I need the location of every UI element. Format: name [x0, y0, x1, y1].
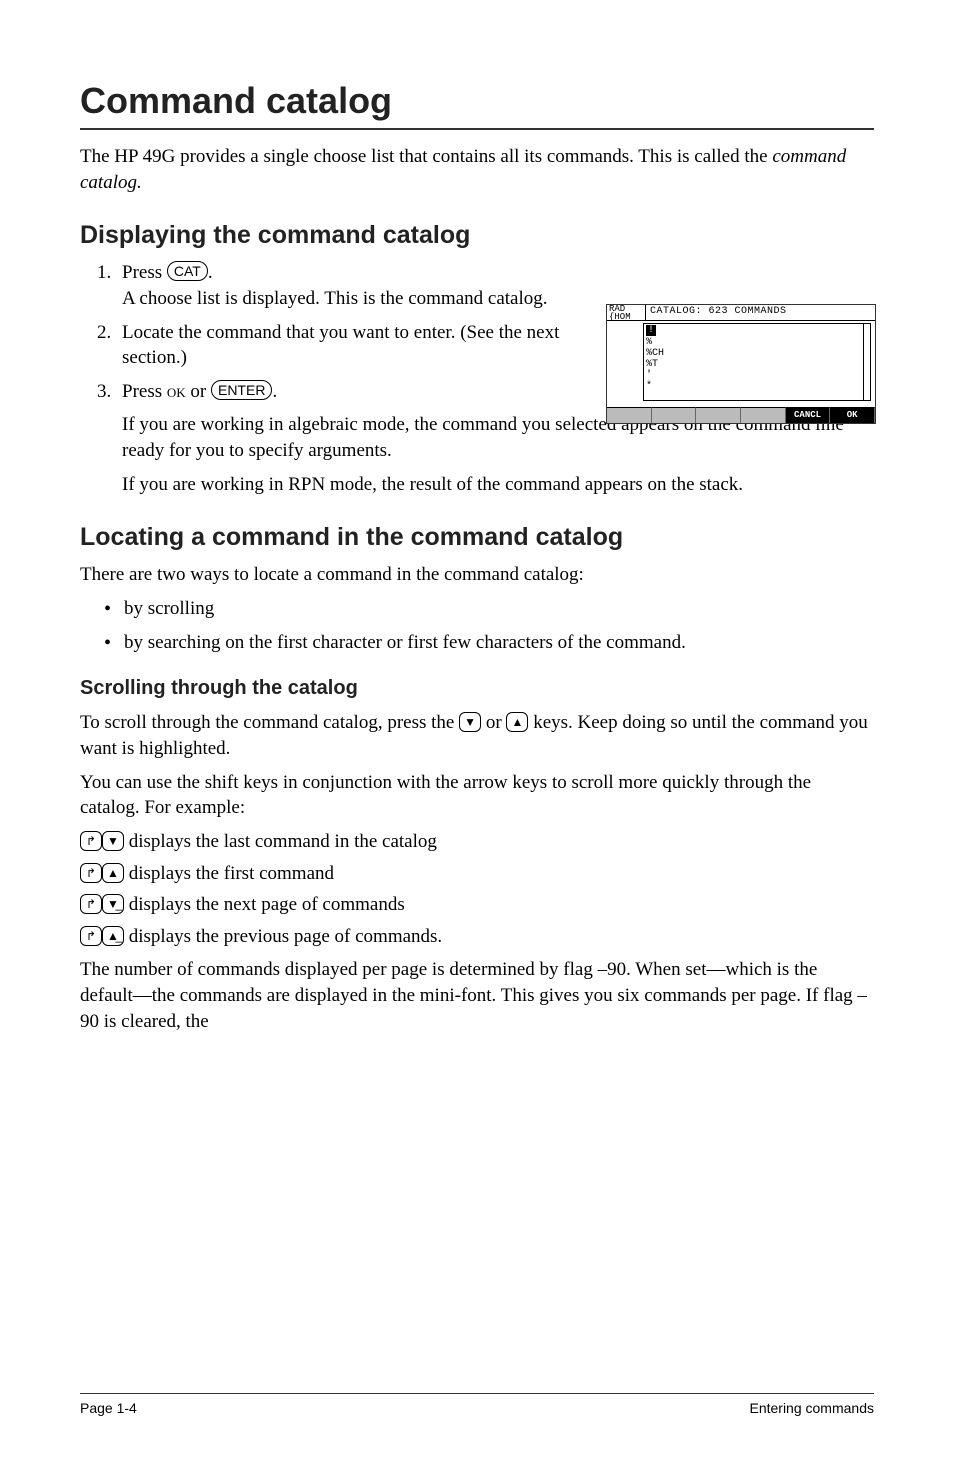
softkey-ok-text: ok — [167, 381, 186, 401]
key-up-icon: ▲ — [506, 712, 528, 732]
key-enter: ENTER — [211, 380, 272, 400]
page-title: Command catalog — [80, 80, 874, 130]
scr-softkeys: CANCL OK — [607, 407, 875, 423]
left-shift-icon: ↱ — [80, 926, 102, 946]
scrolling-p2: You can use the shift keys in conjunctio… — [80, 770, 874, 821]
footer-section: Entering commands — [749, 1400, 874, 1416]
left-shift-icon: ↱ — [80, 894, 102, 914]
list-item: %T — [646, 359, 658, 370]
shift-row-4: ↱▲̲ displays the previous page of comman… — [80, 924, 874, 950]
list-item: % — [646, 337, 652, 348]
shift-row-2: ↱▲ displays the first command — [80, 861, 874, 887]
footer-page: Page 1-4 — [80, 1400, 137, 1416]
key-page-down-icon: ▼̲ — [102, 894, 124, 914]
scr-status: RAD{HOM — [607, 305, 646, 321]
bullet-searching: by searching on the first character or f… — [104, 630, 874, 656]
section-displaying-heading: Displaying the command catalog — [80, 221, 874, 250]
softkey-cancl: CANCL — [786, 407, 831, 423]
step-3-body2: If you are working in RPN mode, the resu… — [122, 472, 874, 498]
right-shift-icon: ↱ — [80, 863, 102, 883]
locating-bullets: by scrolling by searching on the first c… — [80, 596, 874, 655]
shift-row-3: ↱▼̲ displays the next page of commands — [80, 892, 874, 918]
section-locating-heading: Locating a command in the command catalo… — [80, 523, 874, 552]
key-cat: CAT — [167, 261, 208, 281]
softkey — [741, 407, 786, 423]
softkey — [696, 407, 741, 423]
bullet-scrolling: by scrolling — [104, 596, 874, 622]
scr-title: CATALOG: 623 COMMANDS — [646, 305, 875, 321]
scrolling-p3: The number of commands displayed per pag… — [80, 957, 874, 1034]
scrolling-p1: To scroll through the command catalog, p… — [80, 710, 874, 761]
list-item: %CH — [646, 348, 664, 359]
key-down-icon: ▼ — [102, 831, 124, 851]
key-page-up-icon: ▲̲ — [102, 926, 124, 946]
softkey-ok: OK — [830, 407, 875, 423]
intro-text: The HP 49G provides a single choose list… — [80, 146, 772, 167]
scr-catalog-list: ! % %CH %T ' * — [643, 323, 871, 401]
right-shift-icon: ↱ — [80, 831, 102, 851]
list-item: ! — [646, 325, 656, 336]
calculator-screenshot: RAD{HOM CATALOG: 623 COMMANDS ! % %CH %T… — [606, 304, 876, 424]
list-item: * — [646, 381, 652, 392]
step-1-text: Press — [122, 262, 167, 283]
step-1-body: A choose list is displayed. This is the … — [122, 286, 562, 312]
softkey — [652, 407, 697, 423]
locating-intro: There are two ways to locate a command i… — [80, 562, 874, 588]
scr-scrollbar — [863, 324, 870, 400]
intro-paragraph: The HP 49G provides a single choose list… — [80, 144, 874, 195]
page-footer: Page 1-4 Entering commands — [80, 1393, 874, 1416]
key-down-icon: ▼ — [459, 712, 481, 732]
list-item: ' — [646, 370, 652, 381]
softkey — [607, 407, 652, 423]
key-up-icon: ▲ — [102, 863, 124, 883]
shift-row-1: ↱▼ displays the last command in the cata… — [80, 829, 874, 855]
section-scrolling-heading: Scrolling through the catalog — [80, 677, 874, 700]
step-3-text-a: Press — [122, 381, 167, 402]
